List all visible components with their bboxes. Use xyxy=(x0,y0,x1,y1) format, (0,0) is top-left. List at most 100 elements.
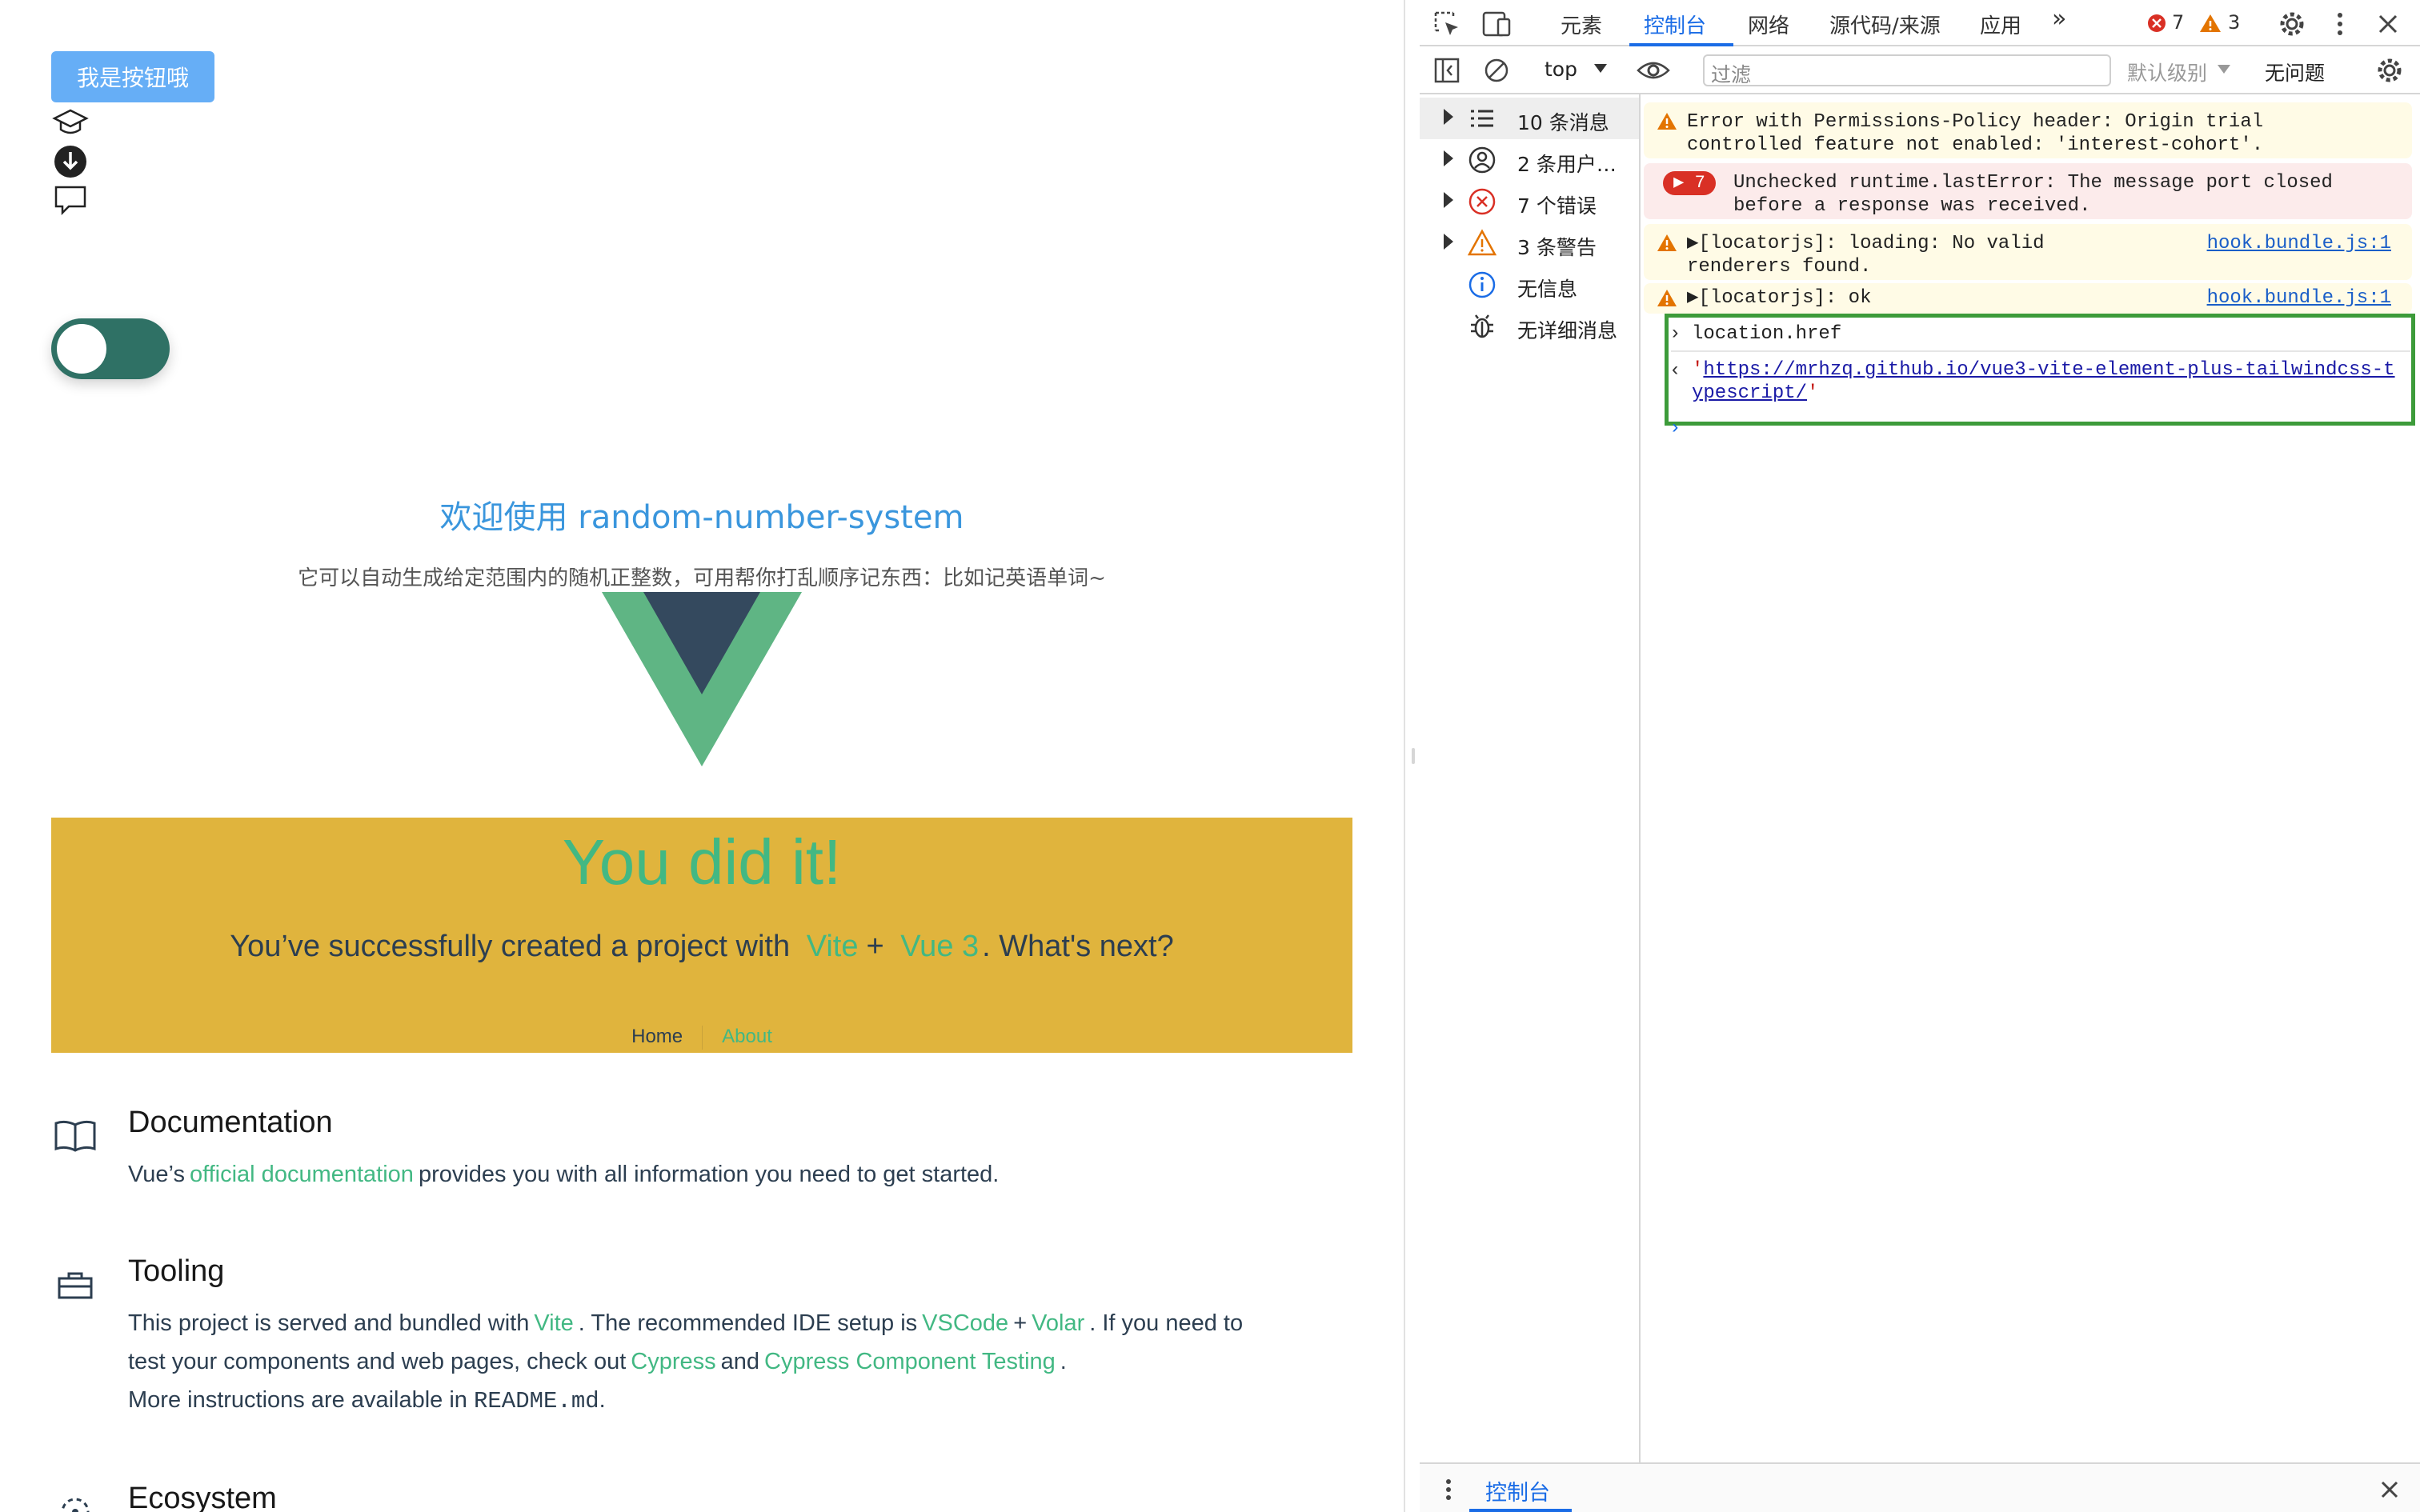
message-text: ▶[locatorjs]: ok xyxy=(1687,286,1871,310)
console-toolbar: top 过滤 默认级别 无问题 xyxy=(1420,46,2420,94)
sidebar-item-errors[interactable]: 7 个错误 xyxy=(1420,181,1639,222)
expand-arrow-icon[interactable] xyxy=(1444,192,1453,208)
clear-console-icon[interactable] xyxy=(1480,54,1512,86)
readme-code: README.md xyxy=(474,1388,599,1414)
devtools-panel: 元素 控制台 网络 源代码/来源 应用 » 7 3 top 过滤 默认级别 无问… xyxy=(1420,0,2420,1512)
hero-subtitle: You’ve successfully created a project wi… xyxy=(51,930,1352,964)
divider xyxy=(1671,350,2410,352)
cypress-component-testing-link[interactable]: Cypress Component Testing xyxy=(759,1349,1060,1374)
vite-link[interactable]: Vite xyxy=(799,930,867,963)
result-url-link[interactable]: https://mrhzq.github.io/vue3-vite-elemen… xyxy=(1703,359,2360,381)
console-message-error[interactable]: ▶ 7 Unchecked runtime.lastError: The mes… xyxy=(1644,163,2412,219)
message-line: before a response was received. xyxy=(1733,195,2091,217)
message-line: ▶[locatorjs]: loading: No valid xyxy=(1687,233,2045,254)
warning-count[interactable]: 3 xyxy=(2228,11,2240,34)
console-message-warning[interactable]: ▶[locatorjs]: ok hook.bundle.js:1 xyxy=(1644,283,2412,314)
sidebar-item-messages[interactable]: 10 条消息 xyxy=(1420,98,1639,139)
error-count[interactable]: 7 xyxy=(2172,11,2184,34)
device-toolbar-icon[interactable] xyxy=(1480,8,1512,40)
documentation-post: provides you with all information you ne… xyxy=(418,1162,1000,1187)
message-source-link[interactable]: hook.bundle.js:1 xyxy=(2207,232,2391,255)
official-docs-link[interactable]: official documentation xyxy=(185,1162,419,1187)
issues-button[interactable]: 无问题 xyxy=(2265,58,2325,86)
more-options-icon[interactable] xyxy=(2324,8,2356,40)
quote-close: ' xyxy=(1807,382,1819,404)
nav-home-link[interactable]: Home xyxy=(612,1026,702,1048)
toggle-switch[interactable] xyxy=(51,318,170,379)
log-level-selector[interactable]: 默认级别 xyxy=(2127,58,2207,86)
sidebar-item-label: 无详细消息 xyxy=(1517,319,1618,342)
console-settings-icon[interactable] xyxy=(2374,54,2406,86)
vue3-link[interactable]: Vue 3 xyxy=(892,930,982,963)
drawer-tab-console[interactable]: 控制台 xyxy=(1485,1475,1550,1506)
message-line: Error with Permissions-Policy header: Or… xyxy=(1687,111,2264,133)
list-icon xyxy=(1471,110,1493,127)
live-expression-eye-icon[interactable] xyxy=(1636,54,1671,86)
context-dropdown-icon[interactable] xyxy=(1593,62,1609,75)
console-result: 'https://mrhzq.github.io/vue3-vite-eleme… xyxy=(1692,358,2396,405)
volar-link[interactable]: Volar xyxy=(1027,1310,1089,1336)
console-prompt-icon[interactable]: › xyxy=(1669,418,1681,439)
context-selector[interactable]: top xyxy=(1545,58,1577,81)
hero-banner: You did it! You’ve successfully created … xyxy=(51,818,1352,1053)
message-line: renderers found. xyxy=(1687,256,1872,278)
filter-input[interactable]: 过滤 xyxy=(1703,54,2111,86)
sidebar-item-info[interactable]: 无信息 xyxy=(1420,264,1639,306)
sidebar-item-label: 10 条消息 xyxy=(1517,111,1609,134)
bug-icon xyxy=(1471,314,1493,338)
sidebar-item-label: 2 条用户… xyxy=(1517,153,1617,176)
nav-about-link[interactable]: About xyxy=(703,1026,791,1048)
chat-bubble-icon xyxy=(54,186,86,216)
close-drawer-icon[interactable] xyxy=(2374,1474,2406,1506)
warning-icon xyxy=(1657,290,1677,306)
primary-button[interactable]: 我是按钮哦 xyxy=(51,51,214,102)
tooling-text-6: . xyxy=(599,1387,606,1413)
sidebar-toggle-icon[interactable] xyxy=(1431,54,1463,86)
console-message-warning[interactable]: Error with Permissions-Policy header: Or… xyxy=(1644,102,2412,158)
console-message-warning[interactable]: ▶[locatorjs]: loading: No valid renderer… xyxy=(1644,224,2412,280)
quote-open: ' xyxy=(1692,359,1704,381)
tab-network[interactable]: 网络 xyxy=(1748,10,1789,39)
book-icon xyxy=(54,1120,96,1152)
vite-docs-link[interactable]: Vite xyxy=(529,1310,578,1336)
error-repeat-badge: ▶ 7 xyxy=(1663,171,1716,195)
tab-elements[interactable]: 元素 xyxy=(1561,10,1602,39)
app-viewport: 我是按钮哦 欢迎使用 random-number-system 它可以自动生成给… xyxy=(0,0,1404,1512)
expand-arrow-icon[interactable] xyxy=(1444,150,1453,166)
tab-sources[interactable]: 源代码/来源 xyxy=(1829,10,1941,39)
drawer-menu-icon[interactable] xyxy=(1432,1474,1464,1506)
error-count-icon[interactable] xyxy=(2146,13,2167,34)
settings-gear-icon[interactable] xyxy=(2276,8,2308,40)
sidebar-item-verbose[interactable]: 无详细消息 xyxy=(1420,306,1639,347)
console-output: Error with Permissions-Policy header: Or… xyxy=(1641,94,2420,1462)
sidebar-item-label: 3 条警告 xyxy=(1517,236,1597,259)
level-dropdown-icon[interactable] xyxy=(2217,64,2231,75)
info-icon xyxy=(1468,271,1496,298)
message-source-link[interactable]: hook.bundle.js:1 xyxy=(2207,286,2391,310)
more-tabs-icon[interactable]: » xyxy=(2052,5,2066,33)
documentation-pre: Vue’s xyxy=(128,1162,185,1187)
inspect-element-icon[interactable] xyxy=(1431,8,1463,40)
message-line: controlled feature not enabled: 'interes… xyxy=(1687,134,2264,156)
graduation-cap-icon xyxy=(52,109,89,134)
toolbox-icon xyxy=(58,1272,93,1299)
ecosystem-icon xyxy=(61,1498,90,1512)
sidebar-item-user-messages[interactable]: 2 条用户… xyxy=(1420,139,1639,181)
sidebar-item-warnings[interactable]: 3 条警告 xyxy=(1420,222,1639,264)
cypress-link[interactable]: Cypress xyxy=(626,1349,720,1374)
tooling-text-5: More instructions are available in xyxy=(128,1387,467,1413)
console-input-echo[interactable]: location.href xyxy=(1692,323,1841,345)
tab-console[interactable]: 控制台 xyxy=(1644,10,1706,39)
expand-arrow-icon[interactable] xyxy=(1444,109,1453,125)
tab-application[interactable]: 应用 xyxy=(1980,10,2021,39)
message-text: Error with Permissions-Policy header: Or… xyxy=(1687,110,2263,157)
expand-arrow-icon[interactable] xyxy=(1444,234,1453,250)
output-return-icon: ‹ xyxy=(1669,360,1681,382)
close-devtools-icon[interactable] xyxy=(2372,8,2404,40)
sidebar-item-label: 7 个错误 xyxy=(1517,194,1597,218)
pane-splitter[interactable] xyxy=(1404,0,1420,1512)
splitter-grip[interactable] xyxy=(1412,748,1415,764)
warning-count-icon[interactable] xyxy=(2199,13,2222,34)
vscode-link[interactable]: VSCode xyxy=(917,1310,1013,1336)
tooling-plus: + xyxy=(1013,1310,1028,1336)
